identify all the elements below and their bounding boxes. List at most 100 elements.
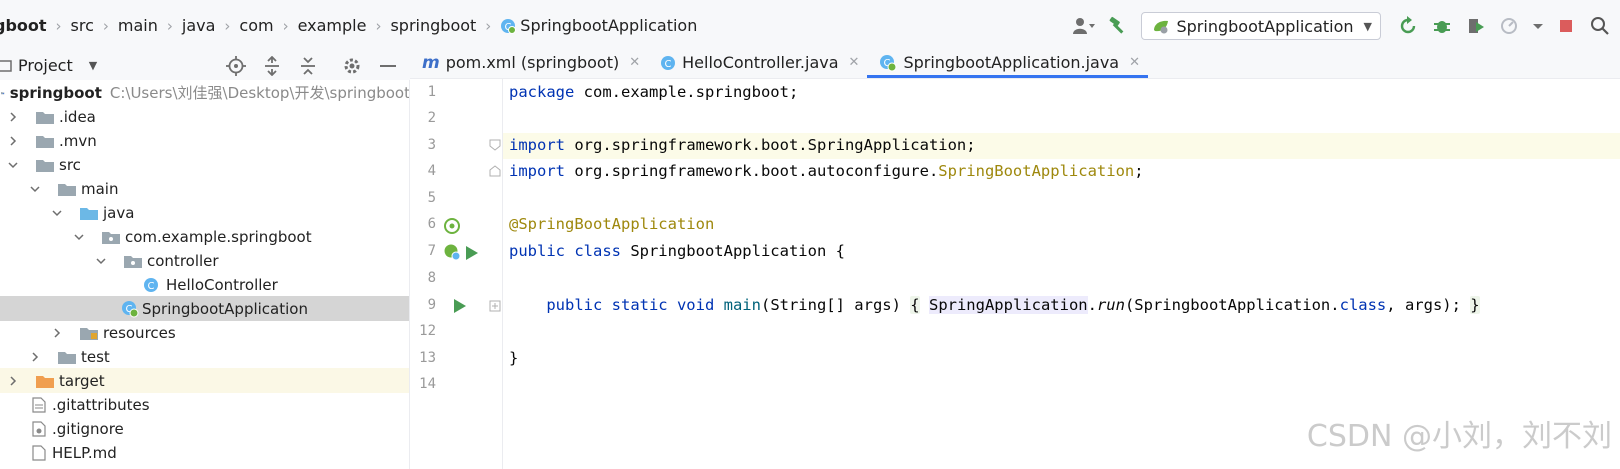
collapse-all-icon[interactable] bbox=[296, 54, 320, 78]
run-gutter-icon[interactable] bbox=[463, 244, 481, 262]
fold-icon[interactable] bbox=[489, 165, 501, 177]
tree-item-mvn[interactable]: .mvn bbox=[0, 128, 409, 153]
tab-springboot-application[interactable]: C SpringbootApplication.java ✕ bbox=[867, 47, 1148, 78]
tree-item-label: test bbox=[81, 347, 110, 366]
breadcrumb-item-src[interactable]: src bbox=[69, 16, 96, 35]
tab-hello-controller[interactable]: C HelloController.java ✕ bbox=[648, 47, 867, 78]
run-with-coverage-icon[interactable] bbox=[1464, 14, 1488, 38]
line-number: 5 bbox=[427, 190, 436, 206]
spring-bean-gutter-icon[interactable] bbox=[443, 243, 461, 261]
line-number: 6 bbox=[427, 216, 436, 232]
line-number: 13 bbox=[419, 350, 436, 366]
spring-boot-run-icon bbox=[1154, 20, 1169, 34]
expand-all-icon[interactable] bbox=[260, 54, 284, 78]
breadcrumb-class-label: SpringbootApplication bbox=[520, 16, 698, 35]
chevron-right-icon[interactable] bbox=[6, 374, 20, 388]
tree-item-hello-controller[interactable]: C HelloController bbox=[0, 272, 409, 297]
line-number: 4 bbox=[427, 163, 436, 179]
code-line-1: package com.example.springboot; bbox=[509, 83, 799, 101]
breadcrumb-item-java[interactable]: java bbox=[180, 16, 218, 35]
project-view-selector[interactable]: Project ▼ bbox=[0, 56, 98, 75]
breadcrumb-item-springboot[interactable]: springboot bbox=[388, 16, 478, 35]
rerun-icon[interactable] bbox=[1396, 14, 1420, 38]
chevron-right-icon[interactable] bbox=[6, 110, 20, 124]
chevron-right-icon[interactable] bbox=[50, 326, 64, 340]
tab-pom-xml[interactable]: m pom.xml (springboot) ✕ bbox=[410, 47, 648, 78]
spring-bean-gutter-icon[interactable] bbox=[443, 217, 461, 235]
tree-item-controller[interactable]: controller bbox=[0, 248, 409, 273]
fold-icon[interactable] bbox=[489, 139, 501, 151]
tree-item-label: SpringbootApplication bbox=[142, 299, 308, 318]
tree-item-package[interactable]: com.example.springboot bbox=[0, 224, 409, 249]
user-icon[interactable] bbox=[1072, 14, 1096, 38]
run-gutter-icon[interactable] bbox=[451, 297, 469, 315]
tree-item-target[interactable]: target bbox=[0, 368, 409, 393]
chevron-down-icon: ▼ bbox=[1363, 19, 1372, 33]
tree-item-label: java bbox=[103, 203, 135, 222]
search-icon[interactable] bbox=[1588, 14, 1612, 38]
breadcrumb-separator: › bbox=[485, 16, 492, 35]
module-folder-icon bbox=[1, 91, 5, 94]
tree-item-java[interactable]: java bbox=[0, 200, 409, 225]
watermark: CSDN @小刘，刘不刘 bbox=[1306, 419, 1612, 454]
breadcrumb-item-project[interactable]: gboot bbox=[0, 16, 49, 35]
tree-item-project-root[interactable]: springboot C:\Users\刘佳强\Desktop\开发\sprin… bbox=[0, 80, 409, 105]
hide-panel-icon[interactable] bbox=[376, 54, 400, 78]
line-number: 3 bbox=[427, 137, 436, 153]
build-hammer-icon[interactable] bbox=[1106, 14, 1130, 38]
stop-icon[interactable] bbox=[1554, 14, 1578, 38]
tree-item-label: .gitattributes bbox=[52, 395, 150, 414]
tree-item-resources[interactable]: resources bbox=[0, 320, 409, 345]
tree-item-src[interactable]: src bbox=[0, 152, 409, 177]
profiler-icon[interactable] bbox=[1498, 14, 1522, 38]
tree-item-label: controller bbox=[147, 251, 219, 270]
breadcrumb-item-class[interactable]: C SpringbootApplication bbox=[498, 16, 699, 35]
chevron-down-icon[interactable] bbox=[94, 254, 108, 268]
folder-icon bbox=[36, 159, 54, 172]
breadcrumb-separator: › bbox=[375, 16, 382, 35]
debug-bug-icon[interactable] bbox=[1430, 14, 1454, 38]
excluded-folder-icon bbox=[36, 375, 54, 388]
chevron-down-icon: ▼ bbox=[88, 59, 98, 72]
more-actions-chevron-icon[interactable] bbox=[1532, 14, 1544, 38]
chevron-right-icon[interactable] bbox=[6, 134, 20, 148]
tree-item-label: .gitignore bbox=[52, 419, 124, 438]
close-icon[interactable]: ✕ bbox=[629, 55, 640, 70]
tree-item-springboot-application[interactable]: C SpringbootApplication bbox=[0, 296, 409, 321]
chevron-right-icon[interactable] bbox=[28, 350, 42, 364]
breadcrumb-item-example[interactable]: example bbox=[296, 16, 369, 35]
tree-item-help-md[interactable]: HELP.md bbox=[0, 440, 409, 465]
tree-item-label: main bbox=[81, 179, 119, 198]
chevron-down-icon[interactable] bbox=[72, 230, 86, 244]
run-configuration-dropdown[interactable]: SpringbootApplication ▼ bbox=[1141, 12, 1381, 40]
chevron-down-icon[interactable] bbox=[28, 182, 42, 196]
breadcrumb-item-com[interactable]: com bbox=[237, 16, 275, 35]
line-number: 8 bbox=[427, 270, 436, 286]
spring-class-icon: C bbox=[880, 54, 897, 71]
gear-icon[interactable] bbox=[340, 54, 364, 78]
text-file-icon bbox=[32, 396, 46, 413]
chevron-down-icon[interactable] bbox=[6, 158, 20, 172]
spring-class-icon: C bbox=[122, 300, 139, 317]
breadcrumb-separator: › bbox=[224, 16, 231, 35]
line-number: 1 bbox=[427, 84, 436, 100]
tree-item-gitignore[interactable]: .gitignore bbox=[0, 416, 409, 441]
close-icon[interactable]: ✕ bbox=[1129, 55, 1140, 70]
tab-label: pom.xml (springboot) bbox=[445, 53, 620, 72]
tree-item-gitattributes[interactable]: .gitattributes bbox=[0, 392, 409, 417]
tree-item-label: src bbox=[59, 155, 81, 174]
close-icon[interactable]: ✕ bbox=[849, 55, 860, 70]
code-line-9: public static void main(String[] args) {… bbox=[546, 296, 1480, 314]
expand-fold-icon[interactable] bbox=[489, 300, 501, 312]
tree-item-main[interactable]: main bbox=[0, 176, 409, 201]
line-number: 14 bbox=[419, 376, 436, 392]
select-opened-file-icon[interactable] bbox=[224, 54, 248, 78]
line-number: 7 bbox=[427, 243, 436, 259]
tree-item-idea[interactable]: .idea bbox=[0, 104, 409, 129]
tab-label: SpringbootApplication.java bbox=[903, 53, 1120, 72]
chevron-down-icon[interactable] bbox=[50, 206, 64, 220]
tree-item-test[interactable]: test bbox=[0, 344, 409, 369]
breadcrumb-item-main[interactable]: main bbox=[116, 16, 160, 35]
project-tree: springboot C:\Users\刘佳强\Desktop\开发\sprin… bbox=[0, 80, 410, 469]
tab-label: HelloController.java bbox=[682, 53, 839, 72]
